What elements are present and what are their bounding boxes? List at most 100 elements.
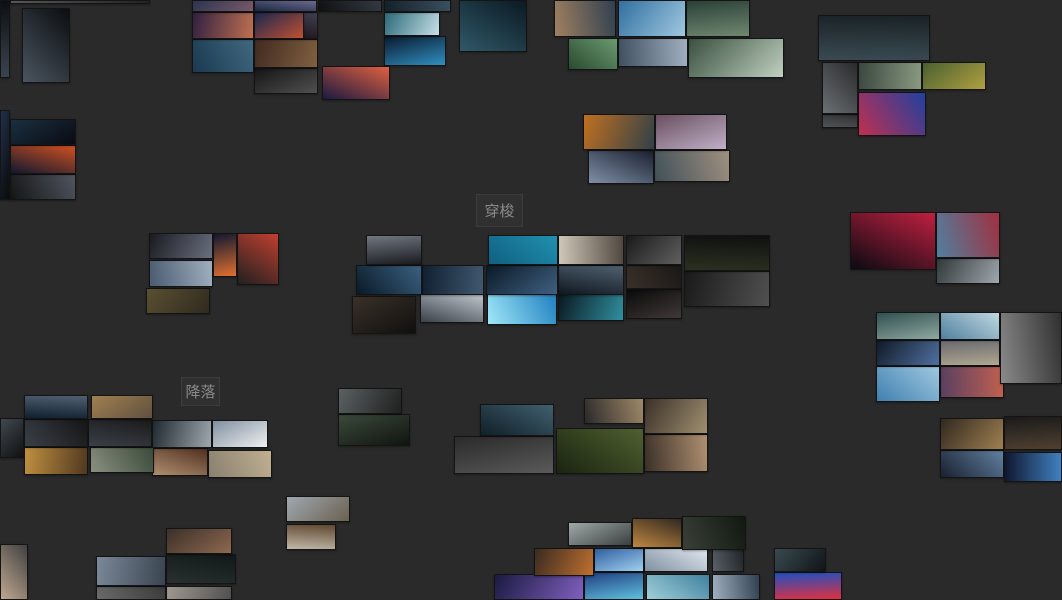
reference-image-thumbnail[interactable] bbox=[149, 233, 213, 259]
reference-image-thumbnail[interactable] bbox=[384, 36, 446, 66]
reference-image-thumbnail[interactable] bbox=[208, 450, 272, 478]
reference-image-thumbnail[interactable] bbox=[254, 0, 317, 12]
reference-image-thumbnail[interactable] bbox=[459, 0, 527, 52]
reference-image-thumbnail[interactable] bbox=[774, 572, 842, 600]
reference-image-thumbnail[interactable] bbox=[774, 548, 826, 572]
reference-image-thumbnail[interactable] bbox=[632, 518, 682, 548]
reference-image-thumbnail[interactable] bbox=[876, 366, 940, 402]
reference-image-thumbnail[interactable] bbox=[10, 0, 150, 4]
reference-image-thumbnail[interactable] bbox=[712, 548, 744, 572]
reference-image-thumbnail[interactable] bbox=[940, 418, 1004, 450]
reference-image-thumbnail[interactable] bbox=[24, 395, 88, 419]
reference-image-thumbnail[interactable] bbox=[0, 0, 10, 78]
reference-image-thumbnail[interactable] bbox=[922, 62, 986, 90]
reference-image-thumbnail[interactable] bbox=[422, 265, 484, 295]
reference-image-thumbnail[interactable] bbox=[338, 414, 410, 446]
reference-image-thumbnail[interactable] bbox=[626, 265, 682, 289]
reference-image-thumbnail[interactable] bbox=[644, 548, 708, 572]
reference-image-thumbnail[interactable] bbox=[318, 0, 382, 12]
reference-image-thumbnail[interactable] bbox=[858, 92, 926, 136]
reference-image-thumbnail[interactable] bbox=[818, 15, 930, 61]
reference-image-thumbnail[interactable] bbox=[213, 233, 237, 277]
reference-image-thumbnail[interactable] bbox=[688, 38, 784, 78]
reference-image-thumbnail[interactable] bbox=[940, 340, 1000, 366]
reference-image-thumbnail[interactable] bbox=[850, 212, 936, 270]
reference-image-thumbnail[interactable] bbox=[487, 293, 557, 325]
reference-image-thumbnail[interactable] bbox=[655, 114, 727, 150]
reference-image-thumbnail[interactable] bbox=[876, 312, 940, 340]
reference-image-thumbnail[interactable] bbox=[583, 114, 655, 150]
reference-image-thumbnail[interactable] bbox=[556, 428, 644, 474]
reference-image-thumbnail[interactable] bbox=[584, 572, 644, 600]
reference-image-thumbnail[interactable] bbox=[0, 544, 28, 600]
reference-image-thumbnail[interactable] bbox=[618, 38, 688, 67]
reference-image-thumbnail[interactable] bbox=[684, 271, 770, 307]
reference-image-thumbnail[interactable] bbox=[936, 258, 1000, 284]
reference-image-thumbnail[interactable] bbox=[24, 447, 88, 475]
reference-image-thumbnail[interactable] bbox=[152, 448, 208, 476]
reference-image-thumbnail[interactable] bbox=[594, 548, 644, 572]
reference-image-thumbnail[interactable] bbox=[352, 296, 416, 334]
reference-image-thumbnail[interactable] bbox=[166, 586, 232, 600]
reference-image-thumbnail[interactable] bbox=[584, 398, 644, 424]
reference-image-thumbnail[interactable] bbox=[10, 174, 76, 200]
reference-image-thumbnail[interactable] bbox=[149, 260, 213, 287]
reference-image-thumbnail[interactable] bbox=[10, 119, 76, 145]
reference-image-thumbnail[interactable] bbox=[554, 0, 616, 37]
reference-image-thumbnail[interactable] bbox=[684, 235, 770, 271]
reference-image-thumbnail[interactable] bbox=[356, 265, 422, 295]
reference-image-thumbnail[interactable] bbox=[1004, 416, 1062, 450]
reference-image-thumbnail[interactable] bbox=[237, 233, 279, 285]
reference-image-thumbnail[interactable] bbox=[626, 289, 682, 319]
reference-image-thumbnail[interactable] bbox=[90, 447, 154, 473]
reference-image-thumbnail[interactable] bbox=[384, 12, 440, 36]
reference-image-thumbnail[interactable] bbox=[366, 235, 422, 265]
reference-image-thumbnail[interactable] bbox=[166, 554, 236, 584]
reference-image-thumbnail[interactable] bbox=[212, 420, 268, 448]
reference-image-thumbnail[interactable] bbox=[618, 0, 686, 37]
reference-image-thumbnail[interactable] bbox=[96, 556, 166, 586]
reference-image-thumbnail[interactable] bbox=[254, 39, 318, 68]
reference-image-thumbnail[interactable] bbox=[0, 418, 24, 458]
reference-image-thumbnail[interactable] bbox=[644, 434, 708, 472]
reference-image-thumbnail[interactable] bbox=[480, 404, 554, 436]
reference-image-thumbnail[interactable] bbox=[10, 145, 76, 174]
moodboard-canvas[interactable]: 穿梭 降落 bbox=[0, 0, 1062, 600]
reference-image-thumbnail[interactable] bbox=[192, 39, 254, 73]
reference-image-thumbnail[interactable] bbox=[822, 62, 858, 114]
reference-image-thumbnail[interactable] bbox=[682, 516, 746, 550]
reference-image-thumbnail[interactable] bbox=[558, 235, 624, 265]
reference-image-thumbnail[interactable] bbox=[303, 12, 318, 39]
reference-image-thumbnail[interactable] bbox=[88, 419, 152, 447]
reference-image-thumbnail[interactable] bbox=[568, 522, 632, 546]
reference-image-thumbnail[interactable] bbox=[534, 548, 594, 576]
reference-image-thumbnail[interactable] bbox=[192, 0, 254, 12]
reference-image-thumbnail[interactable] bbox=[558, 293, 624, 321]
reference-image-thumbnail[interactable] bbox=[286, 524, 336, 550]
reference-image-thumbnail[interactable] bbox=[1000, 312, 1062, 384]
reference-image-thumbnail[interactable] bbox=[568, 38, 618, 70]
reference-image-thumbnail[interactable] bbox=[286, 496, 350, 522]
reference-image-thumbnail[interactable] bbox=[96, 586, 166, 600]
group-label-shuttle[interactable]: 穿梭 bbox=[476, 194, 523, 227]
reference-image-thumbnail[interactable] bbox=[940, 366, 1004, 398]
reference-image-thumbnail[interactable] bbox=[488, 235, 558, 265]
reference-image-thumbnail[interactable] bbox=[254, 68, 318, 94]
reference-image-thumbnail[interactable] bbox=[940, 450, 1004, 478]
reference-image-thumbnail[interactable] bbox=[712, 574, 760, 600]
reference-image-thumbnail[interactable] bbox=[876, 340, 940, 366]
reference-image-thumbnail[interactable] bbox=[1004, 452, 1062, 482]
reference-image-thumbnail[interactable] bbox=[858, 62, 922, 90]
reference-image-thumbnail[interactable] bbox=[22, 8, 70, 83]
reference-image-thumbnail[interactable] bbox=[626, 235, 682, 265]
reference-image-thumbnail[interactable] bbox=[686, 0, 750, 37]
reference-image-thumbnail[interactable] bbox=[486, 265, 558, 295]
reference-image-thumbnail[interactable] bbox=[0, 110, 10, 200]
group-label-landing[interactable]: 降落 bbox=[181, 377, 220, 406]
reference-image-thumbnail[interactable] bbox=[338, 388, 402, 414]
reference-image-thumbnail[interactable] bbox=[646, 574, 710, 600]
reference-image-thumbnail[interactable] bbox=[166, 528, 232, 554]
reference-image-thumbnail[interactable] bbox=[940, 312, 1000, 340]
reference-image-thumbnail[interactable] bbox=[588, 150, 654, 184]
reference-image-thumbnail[interactable] bbox=[644, 398, 708, 434]
